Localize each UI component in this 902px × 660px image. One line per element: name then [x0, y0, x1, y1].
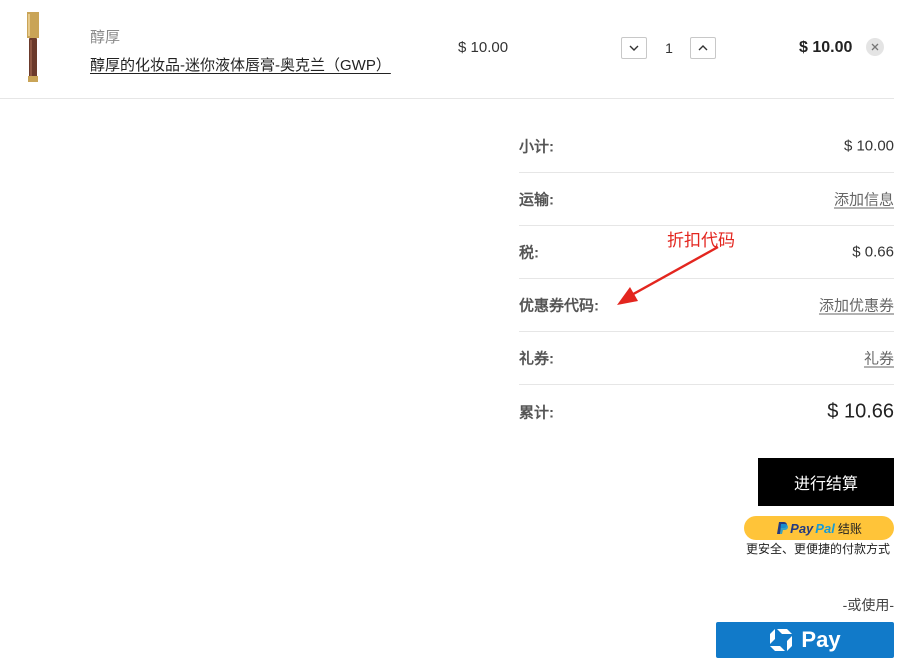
subtotal-value: $ 10.00	[843, 137, 894, 155]
annotation-arrow-icon	[617, 245, 719, 305]
paypal-logo-icon	[777, 522, 789, 534]
gift-certificate-label: 礼券:	[519, 350, 554, 368]
paypal-word-part2: Pal	[815, 520, 835, 536]
add-coupon-link[interactable]: 添加优惠券	[819, 295, 894, 316]
close-icon	[871, 43, 879, 51]
quantity-increase-button[interactable]	[690, 37, 716, 59]
total-value: $ 10.66	[827, 400, 894, 422]
paypal-checkout-button[interactable]: Pay Pal 结账	[744, 516, 894, 540]
quantity-value: 1	[665, 40, 673, 56]
shipping-row: 运输: 添加信息	[519, 173, 894, 226]
subtotal-label: 小计:	[519, 138, 554, 156]
paypal-tagline: 更安全、更便捷的付款方式	[746, 542, 891, 556]
gift-certificate-link[interactable]: 礼券	[864, 348, 894, 369]
chase-pay-button[interactable]: Pay	[716, 622, 894, 658]
gift-certificate-row: 礼券: 礼券	[519, 332, 894, 385]
chase-logo-icon	[770, 629, 793, 651]
shipping-label: 运输:	[519, 191, 554, 209]
product-name-link[interactable]: 醇厚的化妆品-迷你液体唇膏-奥克兰（GWP）	[90, 54, 391, 75]
total-row: 累计: $ 10.66	[519, 385, 894, 438]
paypal-suffix: 结账	[837, 521, 862, 536]
quantity-decrease-button[interactable]	[621, 37, 647, 59]
coupon-label: 优惠券代码:	[519, 297, 599, 315]
unit-price: $ 10.00	[458, 39, 509, 56]
product-brand: 醇厚	[90, 29, 121, 46]
product-thumbnail[interactable]	[20, 12, 46, 84]
checkout-button[interactable]: 进行结算	[758, 458, 894, 506]
line-total: $ 10.00	[799, 39, 853, 56]
chase-pay-label: Pay	[801, 627, 841, 652]
chevron-up-icon	[698, 45, 708, 51]
row-divider	[0, 98, 894, 99]
paypal-word-part1: Pay	[790, 520, 814, 536]
or-use-divider-text: -或使用-	[842, 597, 894, 613]
add-shipping-info-link[interactable]: 添加信息	[834, 189, 894, 210]
remove-item-button[interactable]	[866, 38, 884, 56]
chevron-down-icon	[629, 45, 639, 51]
tax-label: 税:	[519, 244, 539, 262]
tax-value: $ 0.66	[852, 243, 894, 261]
subtotal-row: 小计: $ 10.00	[519, 120, 894, 173]
total-label: 累计:	[519, 404, 554, 421]
